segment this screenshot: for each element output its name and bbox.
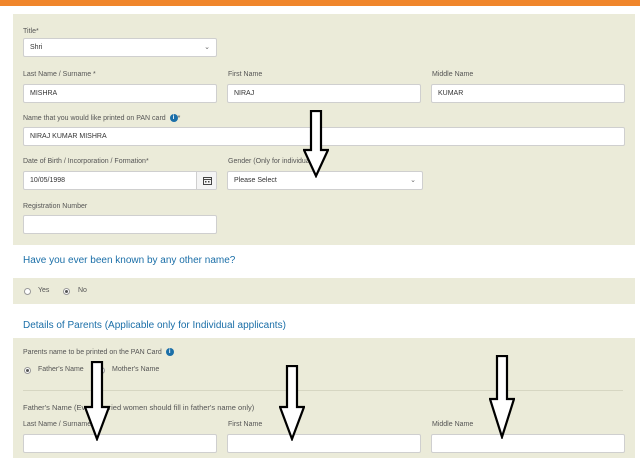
radio-no-label: No xyxy=(78,287,87,294)
father-last-name-input[interactable] xyxy=(23,434,217,453)
radio-fathers-name-label: Father's Name xyxy=(38,366,84,373)
last-name-label: Last Name / Surname * xyxy=(23,71,96,78)
dob-value: 10/05/1998 xyxy=(30,177,66,184)
section-divider xyxy=(23,390,623,391)
other-name-question: Have you ever been known by any other na… xyxy=(23,255,236,266)
required-star: * xyxy=(177,114,181,122)
father-name-heading: Father's Name (Even married women should… xyxy=(23,403,255,412)
radio-mothers-name-label: Mother's Name xyxy=(112,366,160,373)
info-icon[interactable]: i xyxy=(165,348,174,356)
gender-label: Gender (Only for individuals) xyxy=(228,158,318,165)
pan-name-label-text: Name that you would like printed on PAN … xyxy=(23,114,166,122)
radio-yes[interactable] xyxy=(24,288,31,295)
top-accent-bar xyxy=(0,0,640,6)
middle-name-input[interactable]: KUMAR xyxy=(431,84,625,103)
registration-input[interactable] xyxy=(23,215,217,234)
father-last-name-label: Last Name / Surname * xyxy=(23,421,96,428)
dob-label: Date of Birth / Incorporation / Formatio… xyxy=(23,158,149,165)
first-name-label: First Name xyxy=(228,71,263,78)
middle-name-label: Middle Name xyxy=(432,71,474,78)
pan-name-input[interactable]: NIRAJ KUMAR MISHRA xyxy=(23,127,625,146)
father-middle-name-label: Middle Name xyxy=(432,421,474,428)
chevron-down-icon: ⌄ xyxy=(410,177,416,184)
father-first-name-input[interactable] xyxy=(227,434,421,453)
radio-no[interactable] xyxy=(63,288,70,295)
father-middle-name-input[interactable] xyxy=(431,434,625,453)
title-select-value: Shri xyxy=(30,44,43,51)
registration-label: Registration Number xyxy=(23,203,88,210)
other-name-panel xyxy=(13,278,635,304)
info-icon[interactable]: i xyxy=(169,114,178,122)
pan-name-label: Name that you would like printed on PAN … xyxy=(23,114,180,122)
calendar-icon[interactable] xyxy=(196,172,216,189)
father-first-name-label: First Name xyxy=(228,421,263,428)
first-name-input[interactable]: NIRAJ xyxy=(227,84,421,103)
parents-print-label-text: Parents name to be printed on the PAN Ca… xyxy=(23,348,162,356)
radio-mothers-name[interactable] xyxy=(98,367,105,374)
title-select[interactable]: Shri ⌄ xyxy=(23,38,217,57)
parents-section-title: Details of Parents (Applicable only for … xyxy=(23,320,286,331)
gender-select-value: Please Select xyxy=(234,177,277,184)
last-name-input[interactable]: MISHRA xyxy=(23,84,217,103)
dob-input[interactable]: 10/05/1998 xyxy=(23,171,217,190)
radio-yes-label: Yes xyxy=(38,287,50,294)
chevron-down-icon: ⌄ xyxy=(204,44,210,51)
gender-select[interactable]: Please Select ⌄ xyxy=(227,171,423,190)
title-label: Title* xyxy=(23,28,39,35)
parents-print-label: Parents name to be printed on the PAN Ca… xyxy=(23,348,174,356)
radio-fathers-name[interactable] xyxy=(24,367,31,374)
